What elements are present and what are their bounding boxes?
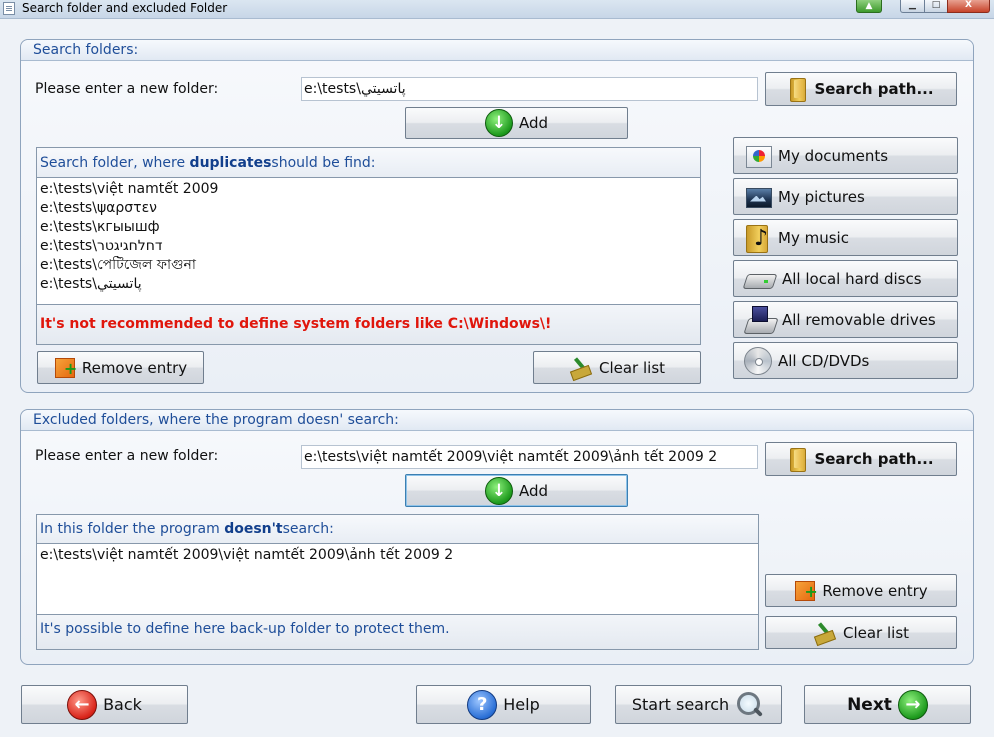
app-icon: [3, 2, 15, 15]
my-pictures-label: My pictures: [778, 187, 865, 206]
list-item[interactable]: e:\tests\việt namtết 2009\việt namtết 20…: [40, 546, 756, 565]
window-title: Search folder and excluded Folder: [22, 1, 228, 15]
back-arrow-icon: ←: [67, 689, 98, 720]
my-pictures-button[interactable]: My pictures: [733, 178, 958, 215]
list-item[interactable]: e:\tests\דחלחגיגטר: [40, 237, 698, 256]
my-documents-label: My documents: [778, 146, 889, 165]
search-list-items: e:\tests\việt namtết 2009 e:\tests\ψαρστ…: [40, 180, 698, 294]
next-button[interactable]: Next →: [804, 685, 971, 724]
list-item[interactable]: e:\tests\পেটিজেল ফাগুনা: [40, 256, 698, 275]
search-new-folder-label: Please enter a new folder:: [35, 81, 219, 97]
folder-icon: [788, 446, 808, 472]
search-remove-entry-button[interactable]: Remove entry: [37, 351, 204, 384]
system-folder-warning: It's not recommended to define system fo…: [40, 316, 552, 332]
excluded-new-folder-input[interactable]: e:\tests\việt namtết 2009\việt namtết 20…: [301, 445, 758, 469]
excluded-list-info-bar: It's possible to define here back-up fol…: [37, 614, 758, 649]
remove-entry-icon: [794, 580, 818, 602]
minimize-button[interactable]: ▁: [900, 0, 925, 13]
removable-drive-icon: [744, 304, 776, 336]
help-button[interactable]: ? Help: [416, 685, 591, 724]
search-clear-list-button[interactable]: Clear list: [533, 351, 701, 384]
remove-entry-icon: [54, 357, 77, 379]
excluded-folders-list: In this folder the program doesn'tsearch…: [36, 514, 759, 650]
excluded-folders-title: Excluded folders, where the program does…: [21, 410, 973, 431]
my-music-label: My music: [778, 228, 849, 247]
search-add-button[interactable]: ↓ Add: [405, 107, 628, 139]
start-search-button[interactable]: Start search: [615, 685, 782, 724]
my-documents-button[interactable]: My documents: [733, 137, 958, 174]
add-arrow-icon: ↓: [484, 476, 513, 505]
list-item[interactable]: e:\tests\پاتسيتي: [40, 275, 698, 294]
help-label: Help: [503, 695, 540, 714]
search-remove-entry-label: Remove entry: [81, 358, 188, 377]
maximize-button[interactable]: □: [924, 0, 948, 13]
backup-folder-info: It's possible to define here back-up fol…: [40, 621, 450, 637]
broom-icon: [813, 622, 837, 644]
pictures-icon: [744, 185, 772, 209]
excluded-search-path-button[interactable]: Search path...: [765, 442, 957, 476]
documents-icon: [744, 144, 772, 168]
music-icon: [744, 224, 772, 253]
back-button[interactable]: ← Back: [21, 685, 188, 724]
search-new-folder-input[interactable]: e:\tests\پاتسيتي: [301, 77, 758, 101]
excluded-list-items: e:\tests\việt namtết 2009\việt namtết 20…: [40, 546, 756, 565]
search-add-label: Add: [518, 114, 549, 132]
all-cd-dvds-label: All CD/DVDs: [778, 351, 870, 370]
help-icon: ?: [467, 689, 498, 720]
search-list-header: Search folder, where duplicatesshould be…: [37, 148, 700, 178]
list-item[interactable]: e:\tests\việt namtết 2009: [40, 180, 698, 199]
cd-dvd-icon: [744, 346, 772, 375]
add-arrow-icon: ↓: [484, 109, 513, 137]
title-bar: Search folder and excluded Folder ▲ ▁ □ …: [0, 0, 994, 19]
excluded-search-path-label: Search path...: [814, 450, 934, 468]
back-label: Back: [103, 695, 142, 714]
green-titlebar-button[interactable]: ▲: [856, 0, 882, 13]
next-label: Next: [847, 694, 892, 715]
search-clear-list-label: Clear list: [598, 358, 666, 377]
excluded-add-label: Add: [518, 481, 549, 500]
excluded-remove-entry-label: Remove entry: [822, 581, 928, 600]
search-folders-title: Search folders:: [21, 40, 973, 61]
excluded-clear-list-label: Clear list: [842, 623, 910, 642]
list-item[interactable]: e:\tests\кгыышф: [40, 218, 698, 237]
search-folders-group: Search folders: Please enter a new folde…: [20, 39, 974, 393]
all-removable-drives-button[interactable]: All removable drives: [733, 301, 958, 338]
magnifier-icon: [735, 690, 765, 720]
excluded-list-header: In this folder the program doesn'tsearch…: [37, 515, 758, 544]
search-folders-list: Search folder, where duplicatesshould be…: [36, 147, 701, 345]
broom-icon: [569, 357, 593, 379]
excluded-remove-entry-button[interactable]: Remove entry: [765, 574, 957, 607]
hard-disk-icon: [744, 267, 776, 291]
folder-icon: [788, 76, 808, 102]
list-item[interactable]: e:\tests\ψαρστεν: [40, 199, 698, 218]
my-music-button[interactable]: My music: [733, 219, 958, 256]
search-path-label: Search path...: [814, 80, 934, 98]
excluded-clear-list-button[interactable]: Clear list: [765, 616, 957, 649]
close-button[interactable]: X: [947, 0, 990, 13]
next-arrow-icon: →: [897, 689, 928, 720]
all-local-hard-discs-label: All local hard discs: [782, 269, 922, 288]
excluded-new-folder-label: Please enter a new folder:: [35, 448, 219, 464]
start-search-label: Start search: [631, 695, 730, 714]
excluded-add-button[interactable]: ↓ Add: [405, 474, 628, 507]
search-path-button[interactable]: Search path...: [765, 72, 957, 106]
all-removable-drives-label: All removable drives: [782, 310, 936, 329]
excluded-folders-group: Excluded folders, where the program does…: [20, 409, 974, 665]
all-local-hard-discs-button[interactable]: All local hard discs: [733, 260, 958, 297]
all-cd-dvds-button[interactable]: All CD/DVDs: [733, 342, 958, 379]
search-list-warning-bar: It's not recommended to define system fo…: [37, 304, 700, 344]
